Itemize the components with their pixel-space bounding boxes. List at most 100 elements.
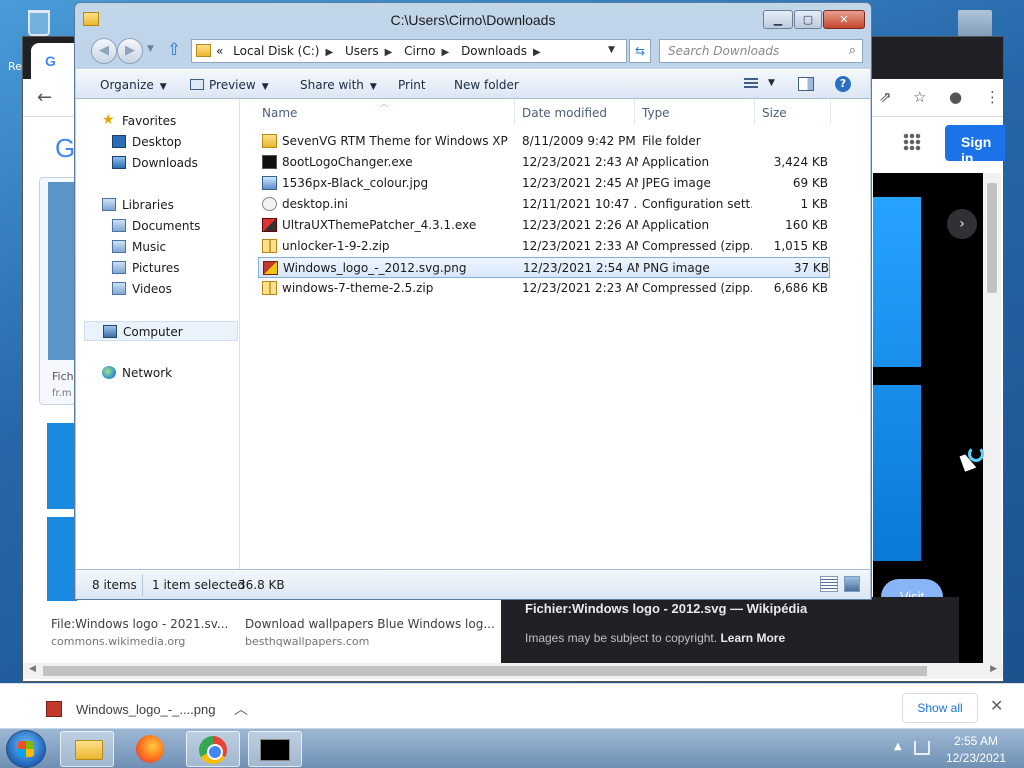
organize-button[interactable]: Organize ▼	[100, 78, 167, 92]
file-row[interactable]: 1536px-Black_colour.jpg 12/23/2021 2:45 A…	[258, 173, 830, 194]
file-row[interactable]: desktop.ini 12/11/2021 10:47 ... Configura…	[258, 194, 830, 215]
horizontal-scrollbar[interactable]: ◀ ▶	[23, 663, 1003, 679]
print-button[interactable]: Print	[398, 78, 426, 92]
image-thumbnail[interactable]	[47, 423, 77, 601]
column-header-name[interactable]: Name	[262, 106, 297, 120]
profile-avatar-icon[interactable]: ●	[949, 88, 962, 106]
preview-title[interactable]: Fichier:Windows logo - 2012.svg — Wikipé…	[525, 601, 807, 616]
network-icon[interactable]	[914, 741, 930, 755]
result-caption[interactable]: File:Windows logo - 2021.sv...	[51, 617, 228, 631]
file-row[interactable]: windows-7-theme-2.5.zip 12/23/2021 2:23 A…	[258, 278, 830, 299]
vertical-scrollbar[interactable]	[983, 173, 1001, 663]
preview-pane-icon[interactable]	[798, 77, 814, 91]
chevron-up-icon[interactable]: ︿	[234, 699, 248, 719]
close-window-button[interactable]: ✕	[823, 10, 865, 29]
recent-pages-dropdown[interactable]: ▼	[147, 44, 154, 54]
taskbar-explorer-button[interactable]	[60, 731, 114, 767]
maximize-button[interactable]: ▢	[794, 10, 822, 29]
recycle-bin-icon[interactable]	[20, 6, 58, 38]
search-icon[interactable]: ⌕	[849, 43, 856, 58]
breadcrumb-item[interactable]: Cirno	[404, 44, 435, 58]
file-row[interactable]: Windows_logo_-_2012.svg.png 12/23/2021 2:…	[258, 257, 830, 278]
file-row[interactable]: 8ootLogoChanger.exe 12/23/2021 2:43 AM App…	[258, 152, 830, 173]
help-icon[interactable]: ?	[835, 76, 851, 92]
back-arrow-icon[interactable]: ←	[37, 87, 52, 108]
taskbar-firefox-button[interactable]	[124, 731, 178, 767]
file-row[interactable]: unlocker-1-9-2.zip 12/23/2021 2:33 AM Comp…	[258, 236, 830, 257]
image-result-card[interactable]: Fich fr.m	[39, 177, 78, 405]
show-all-button[interactable]: Show all	[902, 693, 978, 723]
google-favicon-icon: G	[45, 53, 56, 69]
close-icon[interactable]: ✕	[990, 696, 1003, 715]
nav-item-videos[interactable]: Videos	[76, 279, 240, 299]
learn-more-link[interactable]: Learn More	[720, 631, 785, 645]
sign-in-button[interactable]: Sign in	[945, 125, 1005, 166]
column-divider[interactable]	[830, 99, 831, 125]
breadcrumb-separator-icon[interactable]: ▶	[325, 47, 333, 58]
breadcrumb-item[interactable]: Local Disk (C:)	[233, 44, 319, 58]
clock-time[interactable]: 2:55 AM	[934, 734, 1018, 748]
next-image-button[interactable]: ›	[947, 209, 977, 239]
breadcrumb-item[interactable]: Users	[345, 44, 379, 58]
column-divider[interactable]	[514, 99, 515, 125]
column-header-size[interactable]: Size	[762, 106, 787, 120]
up-arrow-icon[interactable]: ⇧	[167, 40, 181, 60]
nav-item-downloads[interactable]: Downloads	[76, 153, 240, 173]
taskbar-chrome-button[interactable]	[186, 731, 240, 767]
google-logo-icon[interactable]: G	[55, 133, 75, 164]
back-button[interactable]: ◀	[91, 38, 117, 64]
nav-item-favorites[interactable]: ★ Favorites	[76, 111, 240, 131]
chevron-down-icon: ▼	[369, 82, 377, 92]
preview-icon	[190, 79, 204, 90]
download-item-name[interactable]: Windows_logo_-_....png	[76, 702, 215, 717]
nav-item-computer[interactable]: Computer	[84, 321, 238, 341]
scrollbar-thumb[interactable]	[43, 666, 927, 676]
nav-item-music[interactable]: Music	[76, 237, 240, 257]
view-options-dropdown[interactable]: ▼	[768, 78, 775, 88]
result-caption[interactable]: Download wallpapers Blue Windows log...	[245, 617, 495, 631]
refresh-icon[interactable]: ⇆	[629, 39, 651, 63]
nav-item-documents[interactable]: Documents	[76, 216, 240, 236]
taskbar-cmd-button[interactable]	[248, 731, 302, 767]
scroll-left-arrow-icon[interactable]: ◀	[29, 664, 36, 674]
breadcrumb-item[interactable]: Downloads	[461, 44, 527, 58]
new-folder-button[interactable]: New folder	[454, 78, 519, 92]
file-type: Compressed (zipp...	[642, 281, 752, 295]
start-button[interactable]	[6, 730, 46, 768]
file-row[interactable]: SevenVG RTM Theme for Windows XP by... 8/…	[258, 131, 830, 152]
bookmark-star-icon[interactable]: ☆	[913, 88, 926, 106]
column-divider[interactable]	[634, 99, 635, 125]
nav-item-network[interactable]: Network	[76, 363, 240, 383]
forward-button[interactable]: ▶	[117, 38, 143, 64]
apps-grid-icon[interactable]	[903, 133, 921, 151]
breadcrumb-separator-icon[interactable]: ▶	[533, 47, 541, 58]
nav-item-pictures[interactable]: Pictures	[76, 258, 240, 278]
details-view-icon[interactable]	[820, 576, 838, 592]
breadcrumb-overflow[interactable]: «	[216, 44, 223, 58]
large-icons-view-icon[interactable]	[844, 576, 860, 592]
breadcrumb-separator-icon[interactable]: ▶	[385, 47, 393, 58]
scroll-right-arrow-icon[interactable]: ▶	[990, 664, 997, 674]
share-with-button[interactable]: Share with ▼	[300, 78, 377, 92]
file-row[interactable]: UltraUXThemePatcher_4.3.1.exe 12/23/2021 …	[258, 215, 830, 236]
search-input[interactable]: Search Downloads ⌕	[659, 39, 863, 63]
address-dropdown-icon[interactable]: ▼	[608, 45, 615, 55]
share-icon[interactable]: ⇗	[879, 88, 892, 106]
change-view-icon[interactable]	[744, 78, 758, 90]
address-bar[interactable]: « Local Disk (C:) ▶ Users ▶ Cirno ▶ Downloa…	[191, 39, 627, 63]
column-header-type[interactable]: Type	[642, 106, 670, 120]
tray-overflow-icon[interactable]: ▲	[894, 741, 902, 752]
file-name: 8ootLogoChanger.exe	[282, 155, 413, 169]
column-header-date[interactable]: Date modified	[522, 106, 607, 120]
windows-logo-preview-image[interactable]	[873, 197, 921, 561]
nav-item-libraries[interactable]: Libraries	[76, 195, 240, 215]
clock-date[interactable]: 12/23/2021	[934, 751, 1018, 765]
breadcrumb-separator-icon[interactable]: ▶	[442, 47, 450, 58]
nav-item-desktop[interactable]: Desktop	[76, 132, 240, 152]
preview-button[interactable]: Preview ▼	[190, 78, 269, 92]
minimize-button[interactable]: ▁	[763, 10, 793, 29]
file-name: desktop.ini	[282, 197, 348, 211]
kebab-menu-icon[interactable]: ⋮	[985, 88, 1000, 106]
copyright-text: Images may be subject to copyright.	[525, 631, 718, 645]
column-divider[interactable]	[754, 99, 755, 125]
